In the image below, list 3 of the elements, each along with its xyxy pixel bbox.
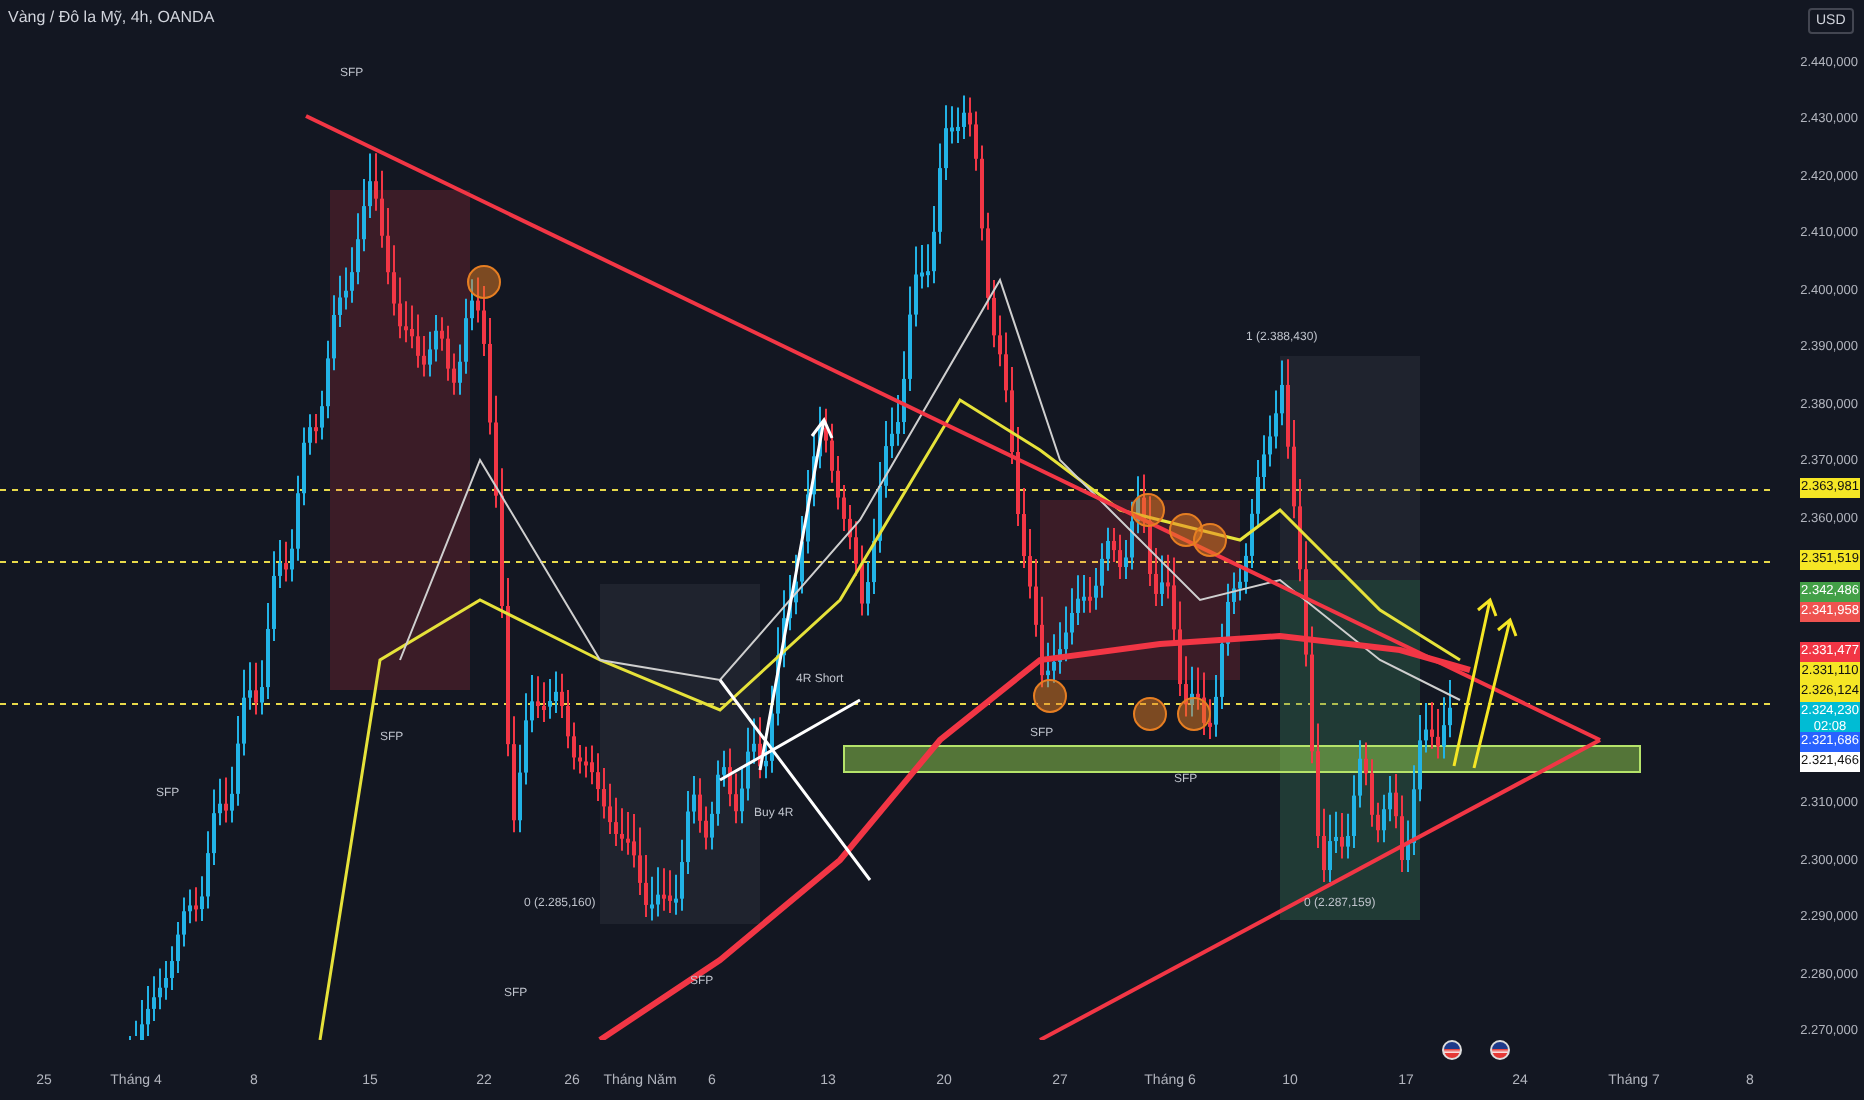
flag-icon bbox=[1442, 1040, 1462, 1060]
chart-title: Vàng / Đô la Mỹ, 4h, OANDA bbox=[8, 8, 215, 26]
flag-icon bbox=[1490, 1040, 1510, 1060]
